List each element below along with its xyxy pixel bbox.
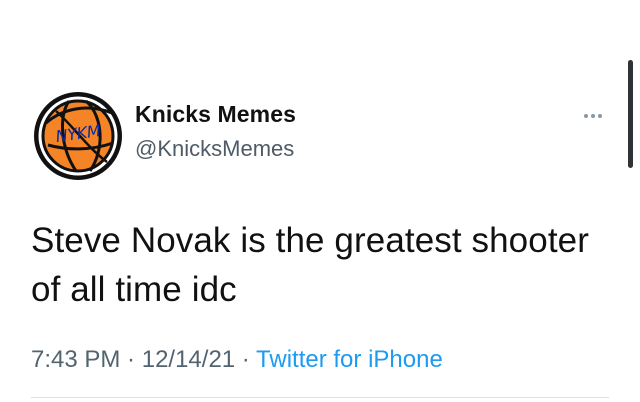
tweet-card: NYKM Knicks Memes @KnicksMemes Steve Nov… (0, 0, 640, 402)
scrollbar-thumb[interactable] (628, 60, 633, 168)
author-display-name[interactable]: Knicks Memes (135, 101, 296, 128)
divider (31, 397, 609, 398)
tweet-source-link[interactable]: Twitter for iPhone (256, 346, 443, 373)
metadata-separator: · (120, 346, 142, 373)
more-horizontal-icon (591, 114, 595, 118)
more-horizontal-icon (584, 114, 588, 118)
more-options-button[interactable] (578, 107, 608, 125)
metadata-separator: · (235, 346, 257, 373)
author-username[interactable]: @KnicksMemes (135, 136, 294, 162)
basketball-logo-icon (34, 92, 122, 180)
tweet-text: Steve Novak is the greatest shooter of a… (31, 221, 589, 309)
more-horizontal-icon (598, 114, 602, 118)
avatar[interactable]: NYKM (33, 91, 123, 181)
tweet-date[interactable]: 12/14/21 (142, 346, 235, 373)
tweet-metadata: 7:43 PM · 12/14/21 · Twitter for iPhone (31, 346, 443, 374)
tweet-time[interactable]: 7:43 PM (31, 346, 120, 373)
